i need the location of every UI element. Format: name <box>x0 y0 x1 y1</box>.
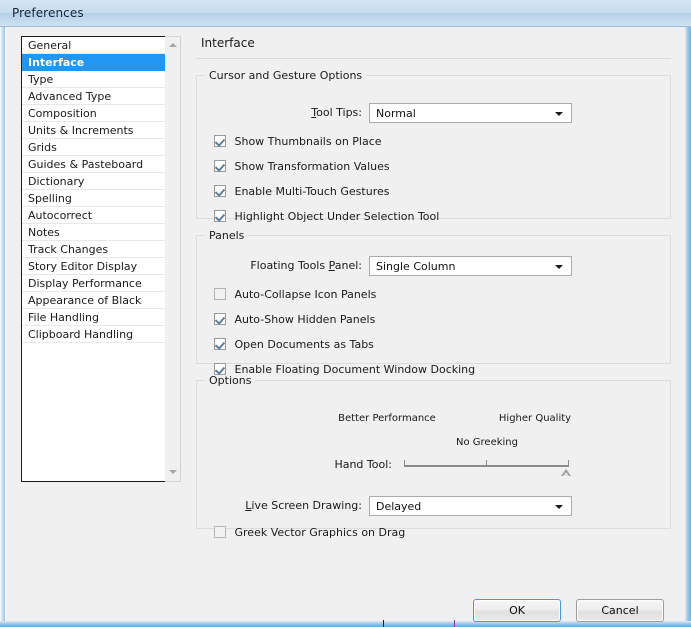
sidebar-item-display-performance[interactable]: Display Performance <box>22 275 178 292</box>
page-title-divider <box>196 58 671 59</box>
tool-tips-label: Tool Tips: <box>311 106 362 119</box>
checkbox-highlight-object-under-selection-tool[interactable]: Highlight Object Under Selection Tool <box>214 209 439 225</box>
sidebar-item-type[interactable]: Type <box>22 71 178 88</box>
desktop-tick-mark <box>454 620 455 627</box>
checkbox-icon <box>214 135 226 147</box>
options-group: Options Better Performance Higher Qualit… <box>196 374 671 539</box>
checkbox-greek-vector-graphics-on-drag[interactable]: Greek Vector Graphics on Drag <box>214 525 405 541</box>
checkbox-auto-show-hidden-panels[interactable]: Auto-Show Hidden Panels <box>214 312 375 328</box>
checkbox-show-thumbnails-on-place[interactable]: Show Thumbnails on Place <box>214 134 382 150</box>
sidebar-item-autocorrect[interactable]: Autocorrect <box>22 207 178 224</box>
ok-button[interactable]: OK <box>473 599 561 622</box>
chevron-down-icon <box>555 112 563 116</box>
chevron-down-icon <box>555 505 563 509</box>
sidebar-item-grids[interactable]: Grids <box>22 139 178 156</box>
triangle-up-icon <box>169 43 177 47</box>
checkbox-icon <box>214 160 226 172</box>
checkbox-enable-multi-touch-gestures[interactable]: Enable Multi-Touch Gestures <box>214 184 389 200</box>
live-screen-drawing-dropdown[interactable]: Delayed <box>369 496 572 516</box>
checkbox-label: Show Thumbnails on Place <box>234 135 382 148</box>
slider-tick-right <box>568 460 569 467</box>
checkbox-label: Auto-Show Hidden Panels <box>234 313 376 326</box>
group-legend-options: Options <box>209 374 252 387</box>
preferences-dialog: Preferences General Interface Type Advanced… <box>0 0 691 627</box>
tool-tips-value: Normal <box>376 107 416 120</box>
slider-tick-left <box>404 460 405 467</box>
group-legend-cursor: Cursor and Gesture Options <box>209 69 363 82</box>
checkbox-label: Highlight Object Under Selection Tool <box>234 210 440 223</box>
live-screen-drawing-label: Live Screen Drawing: <box>245 499 362 512</box>
checkbox-label: Show Transformation Values <box>234 160 390 173</box>
scroll-down-button[interactable] <box>165 465 180 480</box>
sidebar-item-track-changes[interactable]: Track Changes <box>22 241 178 258</box>
scroll-up-button[interactable] <box>165 38 180 53</box>
slider-tick-middle <box>486 460 487 467</box>
checkbox-auto-collapse-icon-panels[interactable]: Auto-Collapse Icon Panels <box>214 287 376 303</box>
checkbox-icon <box>214 338 226 350</box>
sidebar-item-dictionary[interactable]: Dictionary <box>22 173 178 190</box>
preferences-category-list[interactable]: General Interface Type Advanced Type Composi… <box>21 36 179 482</box>
cursor-and-gesture-options-group: Cursor and Gesture Options Tool Tips: No… <box>196 69 671 223</box>
interface-settings-pane: Interface Cursor and Gesture Options Too… <box>196 36 671 576</box>
triangle-down-icon <box>169 470 177 474</box>
checkbox-label: Auto-Collapse Icon Panels <box>234 288 377 301</box>
checkbox-icon <box>214 526 226 538</box>
desktop-tick-mark <box>383 620 384 627</box>
page-title: Interface <box>201 36 255 50</box>
floating-tools-panel-dropdown[interactable]: Single Column <box>369 256 572 276</box>
checkbox-label: Enable Multi-Touch Gestures <box>234 185 390 198</box>
window-title: Preferences <box>12 6 84 20</box>
dialog-client-area: General Interface Type Advanced Type Composi… <box>5 27 685 622</box>
tool-tips-dropdown[interactable]: Normal <box>369 103 572 123</box>
sidebar-item-appearance-of-black[interactable]: Appearance of Black <box>22 292 178 309</box>
checkbox-label: Open Documents as Tabs <box>234 338 374 351</box>
checkbox-open-documents-as-tabs[interactable]: Open Documents as Tabs <box>214 337 374 353</box>
slider-caption-better-performance: Better Performance <box>338 413 436 424</box>
checkbox-icon <box>214 313 226 325</box>
sidebar-item-clipboard-handling[interactable]: Clipboard Handling <box>22 326 178 343</box>
sidebar-item-composition[interactable]: Composition <box>22 105 178 122</box>
checkbox-icon <box>214 185 226 197</box>
sidebar-item-advanced-type[interactable]: Advanced Type <box>22 88 178 105</box>
sidebar-item-interface[interactable]: Interface <box>22 54 178 71</box>
sidebar-item-guides-pasteboard[interactable]: Guides & Pasteboard <box>22 156 178 173</box>
checkbox-show-transformation-values[interactable]: Show Transformation Values <box>214 159 390 175</box>
cancel-button[interactable]: Cancel <box>576 599 664 622</box>
sidebar-item-spelling[interactable]: Spelling <box>22 190 178 207</box>
live-screen-drawing-value: Delayed <box>376 500 422 513</box>
sidebar-item-units-increments[interactable]: Units & Increments <box>22 122 178 139</box>
hand-tool-slider[interactable] <box>402 455 572 477</box>
panels-group: Panels Floating Tools Panel: Single Colu… <box>196 229 671 376</box>
sidebar-item-general[interactable]: General <box>22 37 178 54</box>
floating-tools-panel-value: Single Column <box>376 260 456 273</box>
slider-caption-higher-quality: Higher Quality <box>498 413 572 424</box>
sidebar-item-notes[interactable]: Notes <box>22 224 178 241</box>
checkbox-icon <box>214 288 226 300</box>
group-legend-panels: Panels <box>209 229 245 242</box>
slider-thumb[interactable] <box>561 469 571 476</box>
chevron-down-icon <box>555 265 563 269</box>
hand-tool-label: Hand Tool: <box>334 458 392 471</box>
window-frame-right <box>685 0 691 627</box>
floating-tools-panel-label: Floating Tools Panel: <box>250 259 362 272</box>
sidebar-item-file-handling[interactable]: File Handling <box>22 309 178 326</box>
sidebar-item-story-editor-display[interactable]: Story Editor Display <box>22 258 178 275</box>
slider-caption-no-greeking: No Greeking <box>456 437 518 448</box>
checkbox-label: Greek Vector Graphics on Drag <box>234 526 406 539</box>
checkbox-icon <box>214 210 226 222</box>
title-bar[interactable]: Preferences <box>0 0 691 27</box>
category-list-scrollbar[interactable] <box>165 36 181 482</box>
